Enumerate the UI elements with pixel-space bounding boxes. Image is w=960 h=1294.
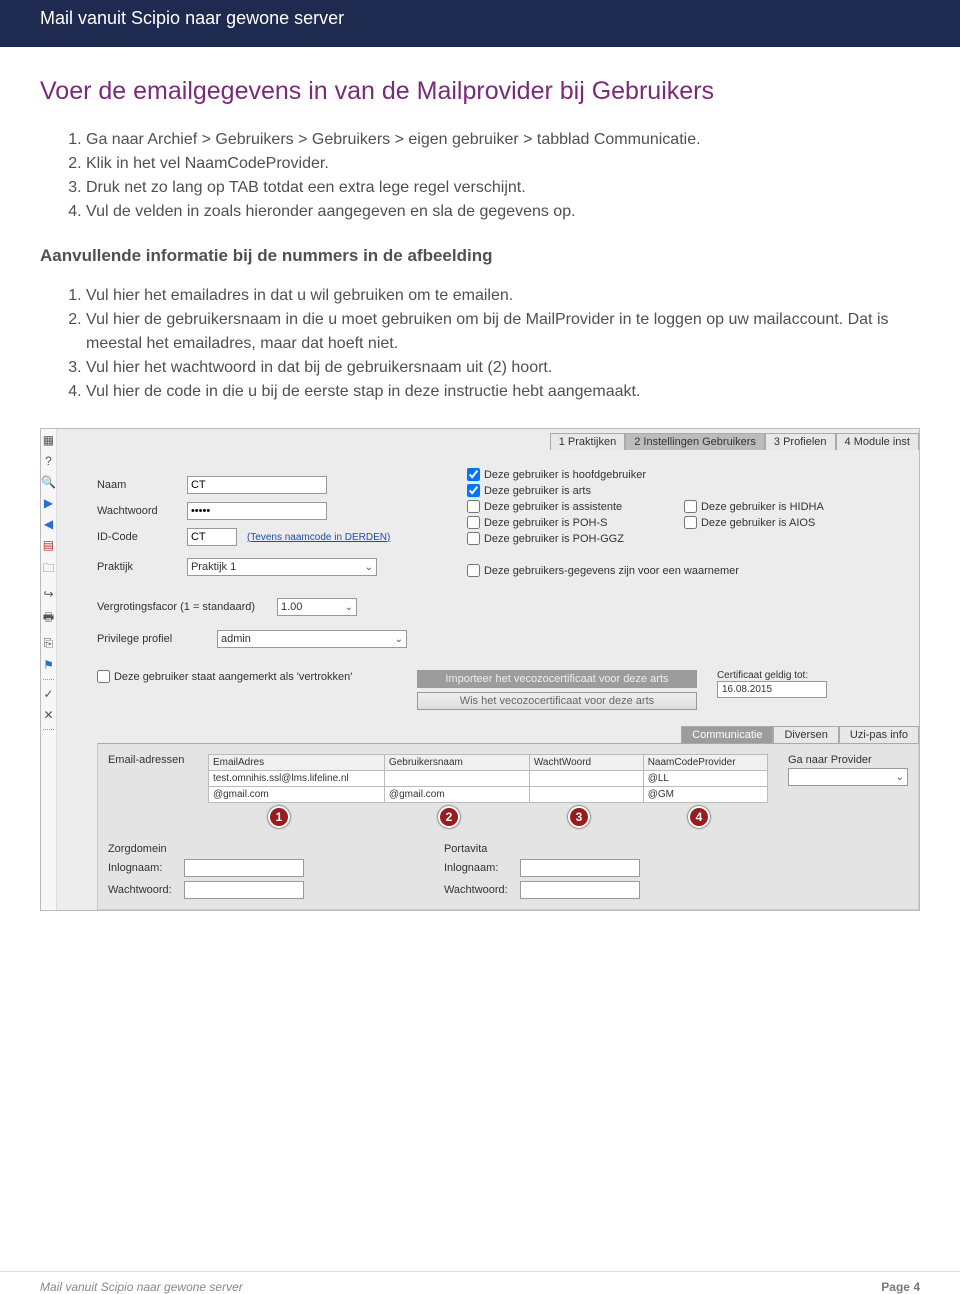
check-icon[interactable]: ✓ [43, 687, 53, 701]
separator [43, 729, 55, 730]
th-wachtwoord: WachtWoord [529, 755, 643, 771]
table-row: @gmail.com @gmail.com @GM [208, 787, 767, 803]
print-icon[interactable]: 🖶 [43, 608, 54, 629]
tab-module[interactable]: 4 Module inst [836, 433, 919, 450]
badge-1: 1 [268, 806, 290, 828]
exit-icon[interactable]: ⎘ [44, 636, 54, 651]
note-item: Vul hier de gebruikersnaam in die u moet… [86, 308, 920, 356]
label-praktijk: Praktijk [97, 561, 187, 573]
chk-arts[interactable] [467, 484, 480, 497]
tab-uzipas[interactable]: Uzi-pas info [839, 726, 919, 743]
next-icon[interactable]: ▶ [44, 496, 53, 510]
label-wachtw2: Wachtwoord: [444, 884, 514, 896]
notes-list: Vul hier het emailadres in dat u wil geb… [86, 284, 920, 404]
badge-3: 3 [568, 806, 590, 828]
step-item: Ga naar Archief > Gebruikers > Gebruiker… [86, 128, 920, 152]
input-pv-inlognaam[interactable] [520, 859, 640, 877]
section-title: Voer de emailgegevens in van de Mailprov… [40, 77, 920, 106]
chk-vertrokken[interactable] [97, 670, 110, 683]
chk-hoofd[interactable] [467, 468, 480, 481]
input-naam[interactable] [187, 476, 327, 494]
input-zd-inlognaam[interactable] [184, 859, 304, 877]
main-panel: 1 Praktijken 2 Instellingen Gebruikers 3… [57, 429, 929, 910]
label-wachtw: Wachtwoord: [108, 884, 178, 896]
select-vergroting[interactable]: 1.00 [277, 598, 357, 616]
chk-waarnemer[interactable] [467, 564, 480, 577]
input-zd-wachtw[interactable] [184, 881, 304, 899]
flag-icon[interactable]: ⚑ [43, 658, 54, 672]
cert-date: 16.08.2015 [717, 681, 827, 698]
step-item: Vul de velden in zoals hieronder aangege… [86, 200, 920, 224]
badge-4: 4 [688, 806, 710, 828]
prev-icon[interactable]: ◀ [44, 517, 53, 531]
label-ga-naar: Ga naar Provider [788, 754, 908, 766]
th-naamcode: NaamCodeProvider [643, 755, 767, 771]
footer-page: Page 4 [881, 1280, 920, 1294]
doc-header: Mail vanuit Scipio naar gewone server [0, 0, 960, 47]
tab-diversen[interactable]: Diversen [773, 726, 838, 743]
label-zorgdomein: Zorgdomein [108, 843, 304, 855]
chk-hidha[interactable] [684, 500, 697, 513]
folder-icon[interactable]: 🗀 [42, 559, 54, 580]
search-icon[interactable]: 🔍 [41, 475, 56, 489]
tab-profielen[interactable]: 3 Profielen [765, 433, 836, 450]
app-screenshot: ▦ ? 🔍 ▶ ◀ ▤ 🗀 ↪ 🖶 ⎘ ⚑ ✓ ✕ 1 Praktijken 2… [40, 428, 920, 911]
label-cert: Certificaat geldig tot: [717, 670, 827, 681]
steps-list: Ga naar Archief > Gebruikers > Gebruiker… [86, 128, 920, 224]
doc-title: Mail vanuit Scipio naar gewone server [40, 8, 344, 28]
grid-icon[interactable]: ▦ [43, 433, 54, 447]
separator [43, 679, 55, 680]
label-inlognaam2: Inlognaam: [444, 862, 514, 874]
th-emailadres: EmailAdres [208, 755, 384, 771]
label-naam: Naam [97, 479, 187, 491]
select-privilege[interactable]: admin [217, 630, 407, 648]
step-item: Druk net zo lang op TAB totdat een extra… [86, 176, 920, 200]
note-item: Vul hier het wachtwoord in dat bij de ge… [86, 356, 920, 380]
note-item: Vul hier het emailadres in dat u wil geb… [86, 284, 920, 308]
chk-assist[interactable] [467, 500, 480, 513]
content-area: Voer de emailgegevens in van de Mailprov… [0, 47, 960, 911]
tab-instellingen[interactable]: 2 Instellingen Gebruikers [625, 433, 765, 450]
tab-praktijken[interactable]: 1 Praktijken [550, 433, 625, 450]
table-row: test.omnihis.ssl@lms.lifeline.nl @LL [208, 771, 767, 787]
tab-communicatie[interactable]: Communicatie [681, 726, 773, 743]
link-derden[interactable]: (Tevens naamcode in DERDEN) [247, 532, 390, 543]
badge-2: 2 [438, 806, 460, 828]
top-tabs: 1 Praktijken 2 Instellingen Gebruikers 3… [97, 433, 919, 450]
btn-wis-cert[interactable]: Wis het vecozocertificaat voor deze arts [417, 692, 697, 710]
doc-icon[interactable]: ▤ [43, 538, 54, 552]
chk-aios[interactable] [684, 516, 697, 529]
label-vergroting: Vergrotingsfacor (1 = standaard) [97, 601, 277, 613]
step-item: Klik in het vel NaamCodeProvider. [86, 152, 920, 176]
label-emailadressen: Email-adressen [108, 754, 188, 766]
export-icon[interactable]: ↪ [43, 587, 53, 601]
chk-pohggz[interactable] [467, 532, 480, 545]
chk-pohs[interactable] [467, 516, 480, 529]
page-footer: Mail vanuit Scipio naar gewone server Pa… [0, 1271, 960, 1294]
email-table[interactable]: EmailAdres Gebruikersnaam WachtWoord Naa… [208, 754, 768, 803]
label-inlognaam: Inlognaam: [108, 862, 178, 874]
label-idcode: ID-Code [97, 531, 187, 543]
help-icon[interactable]: ? [45, 454, 52, 468]
note-item: Vul hier de code in die u bij de eerste … [86, 380, 920, 404]
communicatie-panel: Email-adressen EmailAdres Gebruikersnaam… [97, 743, 919, 910]
input-idcode[interactable] [187, 528, 237, 546]
input-wachtwoord[interactable] [187, 502, 327, 520]
btn-import-cert[interactable]: Importeer het vecozocertificaat voor dez… [417, 670, 697, 688]
select-praktijk[interactable]: Praktijk 1 [187, 558, 377, 576]
th-gebruikersnaam: Gebruikersnaam [384, 755, 529, 771]
footer-left: Mail vanuit Scipio naar gewone server [40, 1280, 243, 1294]
select-provider[interactable] [788, 768, 908, 786]
input-pv-wachtw[interactable] [520, 881, 640, 899]
sub-tabs: Communicatie Diversen Uzi-pas info [97, 726, 919, 743]
label-portavita: Portavita [444, 843, 640, 855]
subheading: Aanvullende informatie bij de nummers in… [40, 246, 920, 266]
label-privilege: Privilege profiel [97, 633, 217, 645]
label-wachtwoord: Wachtwoord [97, 505, 187, 517]
close-icon[interactable]: ✕ [43, 708, 53, 722]
left-toolbar: ▦ ? 🔍 ▶ ◀ ▤ 🗀 ↪ 🖶 ⎘ ⚑ ✓ ✕ [41, 429, 57, 910]
